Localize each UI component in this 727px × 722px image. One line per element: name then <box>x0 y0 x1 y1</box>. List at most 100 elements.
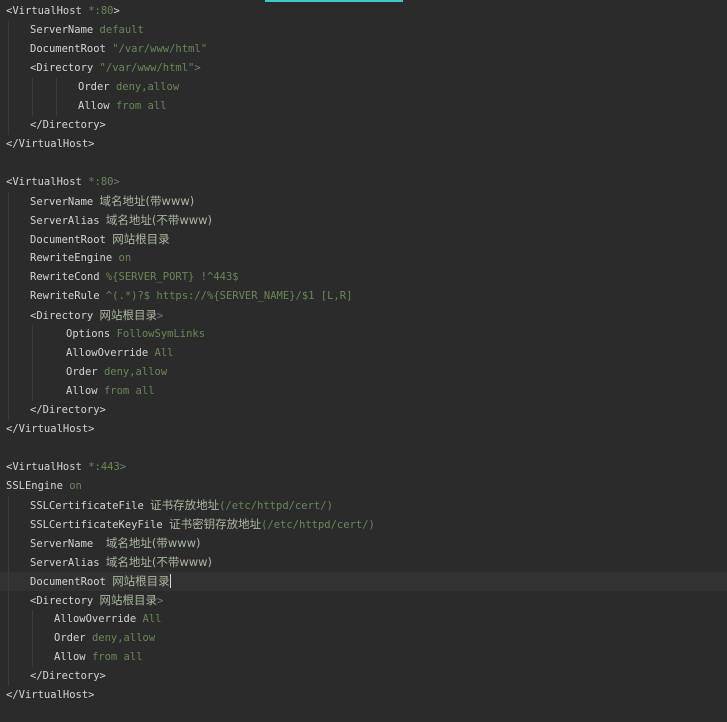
indent-guide <box>8 78 9 97</box>
code-line[interactable]: <VirtualHost *:80> <box>0 173 727 192</box>
code-token: ^(.*)?$ https://%{SERVER_NAME}/$1 [L,R] <box>105 290 353 302</box>
code-line[interactable]: <Directory "/var/www/html"> <box>0 59 727 78</box>
indent-guide <box>8 629 9 648</box>
code-token: </VirtualHost> <box>6 138 95 150</box>
code-token: *:80 <box>88 176 114 188</box>
code-token: Allow <box>78 100 116 112</box>
code-line[interactable]: Allow from all <box>0 648 727 667</box>
code-line[interactable]: AllowOverride All <box>0 344 727 363</box>
code-token: 证书存放地址 <box>150 498 220 512</box>
code-token: All <box>154 347 174 359</box>
code-line[interactable] <box>0 154 727 173</box>
code-token: > <box>113 176 120 188</box>
code-line[interactable]: Allow from all <box>0 97 727 116</box>
code-line[interactable]: <Directory 网站根目录> <box>0 306 727 325</box>
code-token: %{SERVER_PORT} !^443$ <box>105 271 239 283</box>
code-token: > <box>194 62 201 74</box>
code-line[interactable]: ServerName 域名地址(带www) <box>0 192 727 211</box>
code-line[interactable]: Order deny,allow <box>0 78 727 97</box>
code-line[interactable]: </VirtualHost> <box>0 420 727 439</box>
code-token: <VirtualHost <box>6 461 89 473</box>
code-token: RewriteEngine <box>30 252 119 264</box>
code-token: Order <box>78 81 116 93</box>
code-line[interactable] <box>0 439 727 458</box>
code-token: SSLCertificateFile <box>30 500 151 512</box>
code-token: ServerName <box>30 24 100 36</box>
indent-guide <box>32 610 33 629</box>
code-token: DocumentRoot <box>30 43 113 55</box>
code-line[interactable]: Allow from all <box>0 382 727 401</box>
code-token: AllowOverride <box>66 347 155 359</box>
indent-guide <box>8 306 9 325</box>
indent-guide <box>8 40 9 59</box>
code-token: Allow <box>66 385 104 397</box>
code-line[interactable]: </VirtualHost> <box>0 686 727 705</box>
code-token: *:443 <box>88 461 120 473</box>
code-token: on <box>118 252 132 264</box>
code-token: All <box>142 613 162 625</box>
code-line[interactable]: SSLCertificateKeyFile 证书密钥存放地址(/etc/http… <box>0 515 727 534</box>
code-line[interactable]: SSLEngine on <box>0 477 727 496</box>
code-line[interactable]: ServerName default <box>0 21 727 40</box>
code-token: "/var/www/html" <box>99 62 195 74</box>
code-token: *:80 <box>88 5 114 17</box>
code-token: from all <box>115 100 167 112</box>
code-token: > <box>157 310 164 322</box>
code-token: </VirtualHost> <box>6 689 95 701</box>
code-token: SSLCertificateKeyFile <box>30 519 170 531</box>
code-line[interactable]: Options FollowSymLinks <box>0 325 727 344</box>
indent-guide <box>8 572 9 591</box>
code-line[interactable]: Order deny,allow <box>0 363 727 382</box>
code-token: (/etc/httpd/cert/) <box>261 519 375 531</box>
code-line[interactable]: RewriteEngine on <box>0 249 727 268</box>
code-token: > <box>157 595 164 607</box>
code-token: ServerName <box>30 196 100 208</box>
indent-guide <box>8 344 9 363</box>
indent-guide <box>8 553 9 572</box>
code-token: SSLEngine <box>6 480 70 492</box>
code-line[interactable]: <VirtualHost *:443> <box>0 458 727 477</box>
code-token: deny,allow <box>103 366 168 378</box>
code-line[interactable]: Order deny,allow <box>0 629 727 648</box>
indent-guide <box>8 534 9 553</box>
indent-guide <box>32 78 33 97</box>
code-line[interactable]: </Directory> <box>0 667 727 686</box>
indent-guide <box>8 268 9 287</box>
code-token: ServerAlias <box>30 557 106 569</box>
code-token: RewriteRule <box>30 290 106 302</box>
code-token: </Directory> <box>30 670 106 682</box>
code-line[interactable]: ServerAlias 域名地址(不带www) <box>0 211 727 230</box>
code-line[interactable]: ServerName 域名地址(带www) <box>0 534 727 553</box>
code-line[interactable]: DocumentRoot 网站根目录 <box>0 572 727 591</box>
code-token: on <box>69 480 82 492</box>
indent-guide <box>8 97 9 116</box>
indent-guide <box>32 344 33 363</box>
code-line[interactable]: AllowOverride All <box>0 610 727 629</box>
indent-guide <box>8 21 9 40</box>
code-line[interactable]: </Directory> <box>0 401 727 420</box>
code-line[interactable]: </Directory> <box>0 116 727 135</box>
code-token: deny,allow <box>91 632 156 644</box>
code-token: <Directory <box>30 62 100 74</box>
code-line[interactable]: </VirtualHost> <box>0 135 727 154</box>
code-line[interactable]: DocumentRoot "/var/www/html" <box>0 40 727 59</box>
code-line[interactable]: <VirtualHost *:80> <box>0 2 727 21</box>
code-token: <VirtualHost <box>6 176 89 188</box>
indent-guide <box>8 496 9 515</box>
indent-guide <box>32 648 33 667</box>
code-editor[interactable]: <VirtualHost *:80> ServerName default Docu… <box>0 2 727 705</box>
code-line[interactable]: RewriteRule ^(.*)?$ https://%{SERVER_NAM… <box>0 287 727 306</box>
code-token: Order <box>66 366 104 378</box>
code-line[interactable]: RewriteCond %{SERVER_PORT} !^443$ <box>0 268 727 287</box>
code-token: > <box>119 461 127 473</box>
code-line[interactable]: DocumentRoot 网站根目录 <box>0 230 727 249</box>
code-token: "/var/www/html" <box>112 43 208 55</box>
indent-guide <box>32 363 33 382</box>
indent-guide <box>8 192 9 211</box>
code-line[interactable]: ServerAlias 域名地址(不带www) <box>0 553 727 572</box>
indent-guide <box>56 97 57 116</box>
code-token: <VirtualHost <box>6 5 89 17</box>
code-line[interactable]: SSLCertificateFile 证书存放地址(/etc/httpd/cer… <box>0 496 727 515</box>
code-token: 域名地址(带www) <box>99 194 195 208</box>
code-line[interactable]: <Directory 网站根目录> <box>0 591 727 610</box>
